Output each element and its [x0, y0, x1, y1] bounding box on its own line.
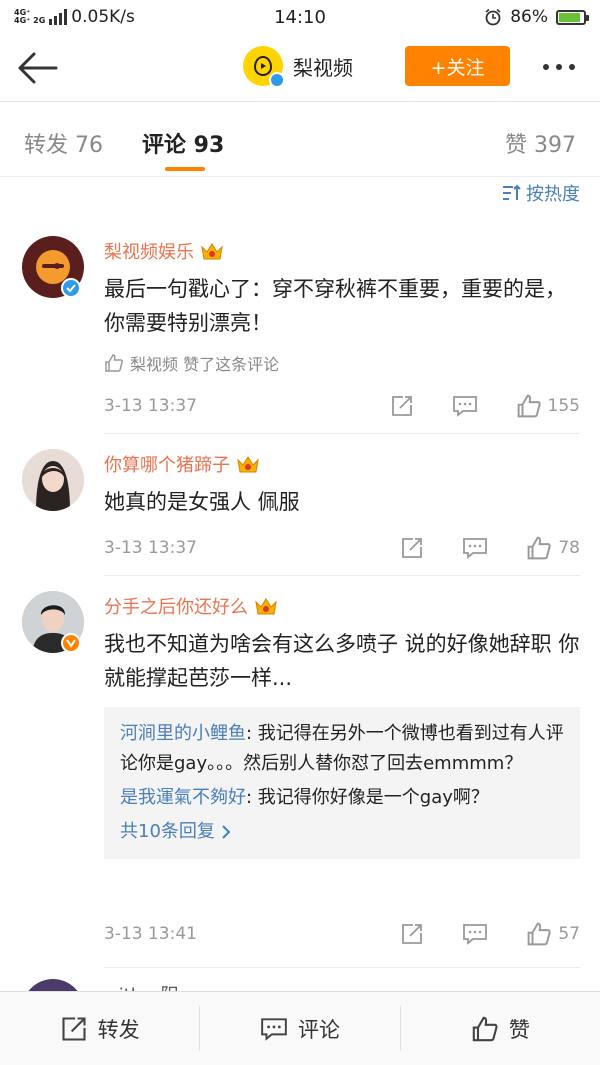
comment-label: 评论 [297, 1017, 340, 1042]
like-button[interactable]: 155 [516, 393, 580, 419]
battery-percent: 86% [510, 7, 548, 27]
thumbs-up-icon [527, 536, 551, 560]
username[interactable]: withor阳 [104, 981, 179, 991]
network-indicator: 4G⁺ 4G⁺ 2G [14, 9, 45, 25]
username-row: 梨视频娱乐 [104, 238, 224, 264]
follow-button[interactable]: +关注 [405, 46, 510, 86]
divider [104, 433, 580, 434]
author-liked-note: 梨视频 赞了这条评论 [104, 351, 279, 375]
username-row: 分手之后你还好么 [104, 593, 278, 619]
reply-username[interactable]: 是我運氣不夠好 [120, 787, 246, 808]
thumbs-up-icon [472, 1016, 498, 1041]
username[interactable]: 梨视频娱乐 [104, 238, 194, 264]
like-button[interactable]: 78 [526, 535, 580, 561]
like-count: 155 [547, 396, 580, 416]
alarm-icon [485, 8, 501, 26]
comment-time: 3-13 13:37 [104, 396, 197, 416]
user-avatar[interactable] [22, 979, 84, 991]
battery-icon [556, 9, 589, 25]
like-post-button[interactable]: 赞 [401, 992, 600, 1065]
comment-item: 梨视频娱乐 最后一句戳心了：穿不穿秋裤不重要，重要的是，你需要特别漂亮！ 梨视频… [0, 220, 600, 435]
sort-label: 按热度 [526, 184, 580, 205]
more-options-icon[interactable] [543, 64, 575, 70]
divider [104, 575, 580, 576]
reply-preview-box[interactable]: 河涧里的小鲤鱼: 我记得在另外一个微博也看到过有人评论你是gay。。。然后别人替… [104, 707, 580, 859]
tab-bar: 转发 76 评论 93 赞 397 [0, 103, 600, 177]
like-count: 78 [558, 538, 580, 558]
comment-item: 你算哪个猪蹄子 她真的是女强人 佩服 3-13 13:37 78 [0, 435, 600, 577]
username-row: withor阳 [104, 981, 179, 991]
comment-time: 3-13 13:37 [104, 538, 197, 558]
divider [104, 967, 580, 968]
network-bottom-label: 4G⁺ 2G [14, 16, 46, 25]
thumbs-up-icon [517, 394, 541, 418]
reply-username[interactable]: 河涧里的小鲤鱼 [120, 723, 246, 744]
account-avatar[interactable] [243, 46, 285, 88]
reply-text: : 我记得你好像是一个gay啊？ [246, 787, 489, 808]
comment-meta: 3-13 13:37 78 [104, 533, 580, 563]
comment-text: 我也不知道为啥会有这么多喷子 说的好像她辞职 你就能撑起芭莎一样... [104, 632, 580, 690]
user-avatar[interactable] [22, 449, 84, 511]
username[interactable]: 分手之后你还好么 [104, 593, 248, 619]
verified-badge-icon [269, 72, 285, 88]
like-label: 赞 [508, 1017, 530, 1042]
bottom-action-bar: 转发 评论 赞 [0, 991, 600, 1065]
battery-level [559, 12, 580, 22]
account-name[interactable]: 梨视频 [293, 52, 353, 81]
verified-orange-badge-icon [61, 633, 81, 653]
comment-icon [261, 1017, 287, 1041]
comment-button[interactable]: 评论 [200, 992, 399, 1065]
liked-by-text: 梨视频 赞了这条评论 [130, 355, 280, 374]
reply-item: 是我運氣不夠好: 我记得你好像是一个gay啊？ [120, 783, 564, 813]
sort-icon [503, 184, 521, 200]
account-header[interactable]: 梨视频 [243, 46, 353, 88]
vip-crown-icon [237, 456, 259, 473]
tab-repost[interactable]: 转发 76 [24, 127, 103, 159]
chevron-right-icon [222, 825, 231, 839]
repost-icon[interactable] [400, 922, 424, 946]
vip-crown-icon [255, 598, 277, 615]
repost-label: 转发 [97, 1017, 140, 1042]
tab-comments[interactable]: 评论 93 [142, 127, 224, 159]
like-button[interactable]: 57 [526, 921, 580, 947]
network-speed: 0.05K/s [71, 7, 135, 27]
comment-item: 分手之后你还好么 我也不知道为啥会有这么多喷子 说的好像她辞职 你就能撑起芭莎一… [0, 577, 600, 969]
repost-icon [62, 1016, 86, 1041]
reply-item: 河涧里的小鲤鱼: 我记得在另外一个微博也看到过有人评论你是gay。。。然后别人替… [120, 719, 564, 779]
thumbs-up-icon [527, 922, 551, 946]
like-count: 57 [558, 924, 580, 944]
comment-meta: 3-13 13:41 57 [104, 919, 580, 949]
more-replies-label: 共10条回复 [120, 821, 215, 842]
repost-button[interactable]: 转发 [0, 992, 199, 1065]
comment-time: 3-13 13:41 [104, 924, 197, 944]
active-tab-indicator [165, 167, 205, 171]
username[interactable]: 你算哪个猪蹄子 [104, 451, 230, 477]
verified-blue-badge-icon [61, 278, 81, 298]
reply-comment-icon[interactable] [462, 536, 488, 560]
username-row: 你算哪个猪蹄子 [104, 451, 260, 477]
reply-comment-icon[interactable] [462, 922, 488, 946]
thumbs-up-outline-icon [105, 354, 123, 372]
tab-likes[interactable]: 赞 397 [505, 127, 576, 159]
repost-icon[interactable] [390, 394, 414, 418]
back-arrow-icon[interactable] [14, 48, 60, 88]
signal-icon [49, 9, 68, 25]
reply-comment-icon[interactable] [452, 394, 478, 418]
sort-by-hot-button[interactable]: 按热度 [502, 180, 580, 206]
comment-meta: 3-13 13:37 155 [104, 391, 580, 421]
view-all-replies-link[interactable]: 共10条回复 [120, 817, 564, 847]
repost-icon[interactable] [400, 536, 424, 560]
nav-bar: 梨视频 +关注 [0, 34, 600, 102]
status-bar: 4G⁺ 4G⁺ 2G 0.05K/s 14:10 86% [0, 0, 600, 34]
vip-crown-icon [201, 243, 223, 260]
comment-item: withor阳 [0, 969, 600, 991]
comment-text: 最后一句戳心了：穿不穿秋裤不重要，重要的是，你需要特别漂亮！ [104, 277, 566, 335]
comment-text: 她真的是女强人 佩服 [104, 490, 300, 514]
portrait-woman-image [22, 449, 84, 511]
